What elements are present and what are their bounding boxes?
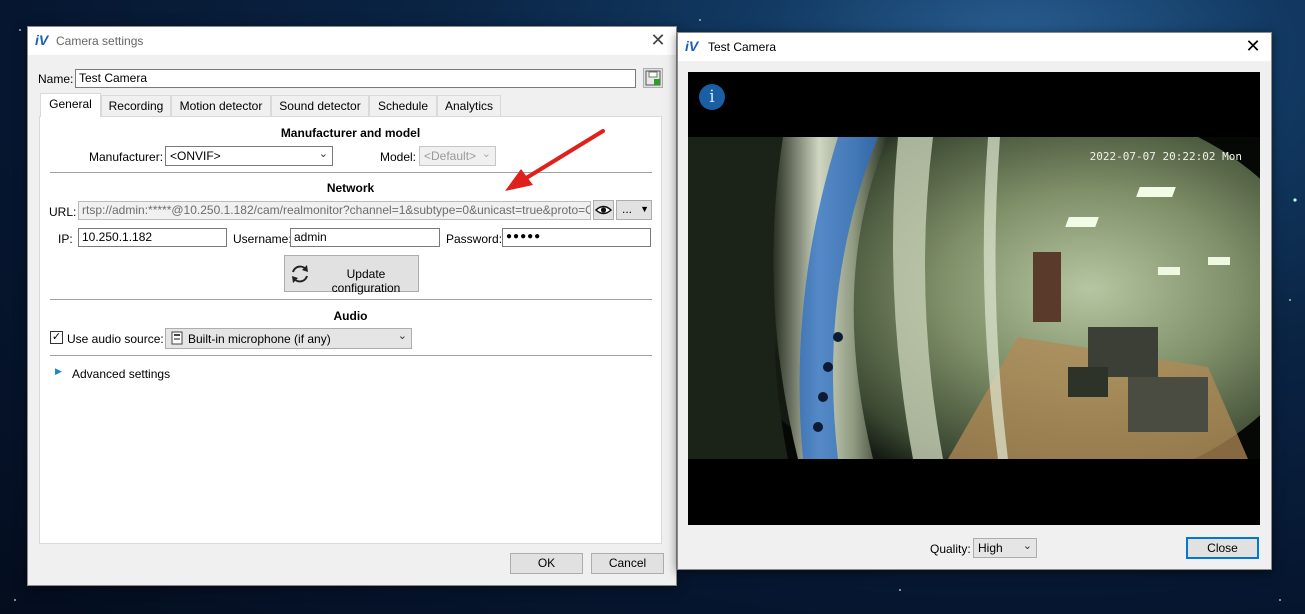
eye-icon <box>594 205 613 215</box>
dropdown-arrow-icon: ▼ <box>640 204 649 214</box>
preview-titlebar: iV Test Camera ✕ <box>678 33 1271 61</box>
ip-label: IP: <box>58 232 73 246</box>
ok-button[interactable]: OK <box>510 553 583 574</box>
audio-source-select[interactable]: Built-in microphone (if any) ⌄ <box>165 328 412 349</box>
show-url-button[interactable] <box>593 200 614 220</box>
password-label: Password: <box>446 232 503 246</box>
audio-section-title: Audio <box>333 309 368 323</box>
divider <box>50 299 652 300</box>
update-configuration-label: Update configuration <box>331 267 401 295</box>
settings-titlebar: iV Camera settings ✕ <box>28 27 676 55</box>
save-name-button[interactable] <box>643 68 663 88</box>
info-icon[interactable]: i <box>699 84 725 110</box>
refresh-icon <box>292 265 308 283</box>
ip-field[interactable]: 10.250.1.182 <box>78 228 227 247</box>
app-logo-icon: iV <box>685 38 699 54</box>
audio-source-value: Built-in microphone (if any) <box>188 332 331 346</box>
chevron-down-icon: ⌄ <box>397 330 407 342</box>
expand-triangle-icon[interactable]: ▶ <box>55 366 62 377</box>
chevron-down-icon: ⌄ <box>1022 540 1032 552</box>
update-configuration-button[interactable]: Update configuration <box>284 255 419 295</box>
app-logo-icon: iV <box>35 32 49 48</box>
microphone-icon <box>171 331 183 345</box>
video-viewport[interactable]: i 2022-07-07 20:22:02 Mon <box>688 72 1260 525</box>
preview-window-title: Test Camera <box>708 40 777 54</box>
tab-analytics[interactable]: Analytics <box>437 95 501 116</box>
close-icon[interactable]: ✕ <box>1243 36 1263 56</box>
model-select[interactable]: <Default> ⌄ <box>419 146 496 166</box>
model-label: Model: <box>380 150 417 164</box>
camera-feed-image <box>688 137 1260 459</box>
quality-label: Quality: <box>930 542 971 556</box>
url-field[interactable]: rtsp://admin:*****@10.250.1.182/cam/real… <box>78 201 591 220</box>
tab-general[interactable]: General <box>40 93 101 117</box>
quality-select[interactable]: High ⌄ <box>973 538 1037 558</box>
url-options-button[interactable]: ... ▼ <box>616 200 652 220</box>
save-icon <box>645 70 661 86</box>
tab-motion-detector[interactable]: Motion detector <box>171 95 271 116</box>
tab-sound-detector[interactable]: Sound detector <box>271 95 369 116</box>
url-label: URL: <box>49 205 77 219</box>
video-timestamp: 2022-07-07 20:22:02 Mon <box>1089 150 1242 163</box>
window-title: Camera settings <box>56 34 144 48</box>
name-field[interactable]: Test Camera <box>75 69 636 88</box>
tab-recording[interactable]: Recording <box>101 95 171 116</box>
close-icon[interactable]: ✕ <box>648 30 668 50</box>
advanced-settings-link[interactable]: Advanced settings <box>72 367 170 381</box>
use-audio-checkbox[interactable]: ✓ <box>50 331 63 344</box>
model-value: <Default> <box>424 149 477 163</box>
password-field[interactable]: ●●●●● <box>502 228 651 247</box>
name-label: Name: <box>38 72 74 86</box>
username-field[interactable]: admin <box>290 228 440 247</box>
username-label: Username: <box>233 232 292 246</box>
close-button[interactable]: Close <box>1186 537 1259 559</box>
cancel-button[interactable]: Cancel <box>591 553 664 574</box>
divider <box>50 355 652 356</box>
chevron-down-icon: ⌄ <box>481 148 491 160</box>
use-audio-label: Use audio source: <box>67 332 164 346</box>
manufacturer-value: <ONVIF> <box>170 149 221 163</box>
chevron-down-icon: ⌄ <box>318 148 328 160</box>
info-icon-label: i <box>709 87 715 107</box>
manufacturer-select[interactable]: <ONVIF> ⌄ <box>165 146 333 166</box>
more-label: ... <box>622 202 633 216</box>
manufacturer-label: Manufacturer: <box>89 150 164 164</box>
tab-schedule[interactable]: Schedule <box>369 95 437 116</box>
quality-value: High <box>978 541 1003 555</box>
annotation-arrow <box>505 129 605 191</box>
